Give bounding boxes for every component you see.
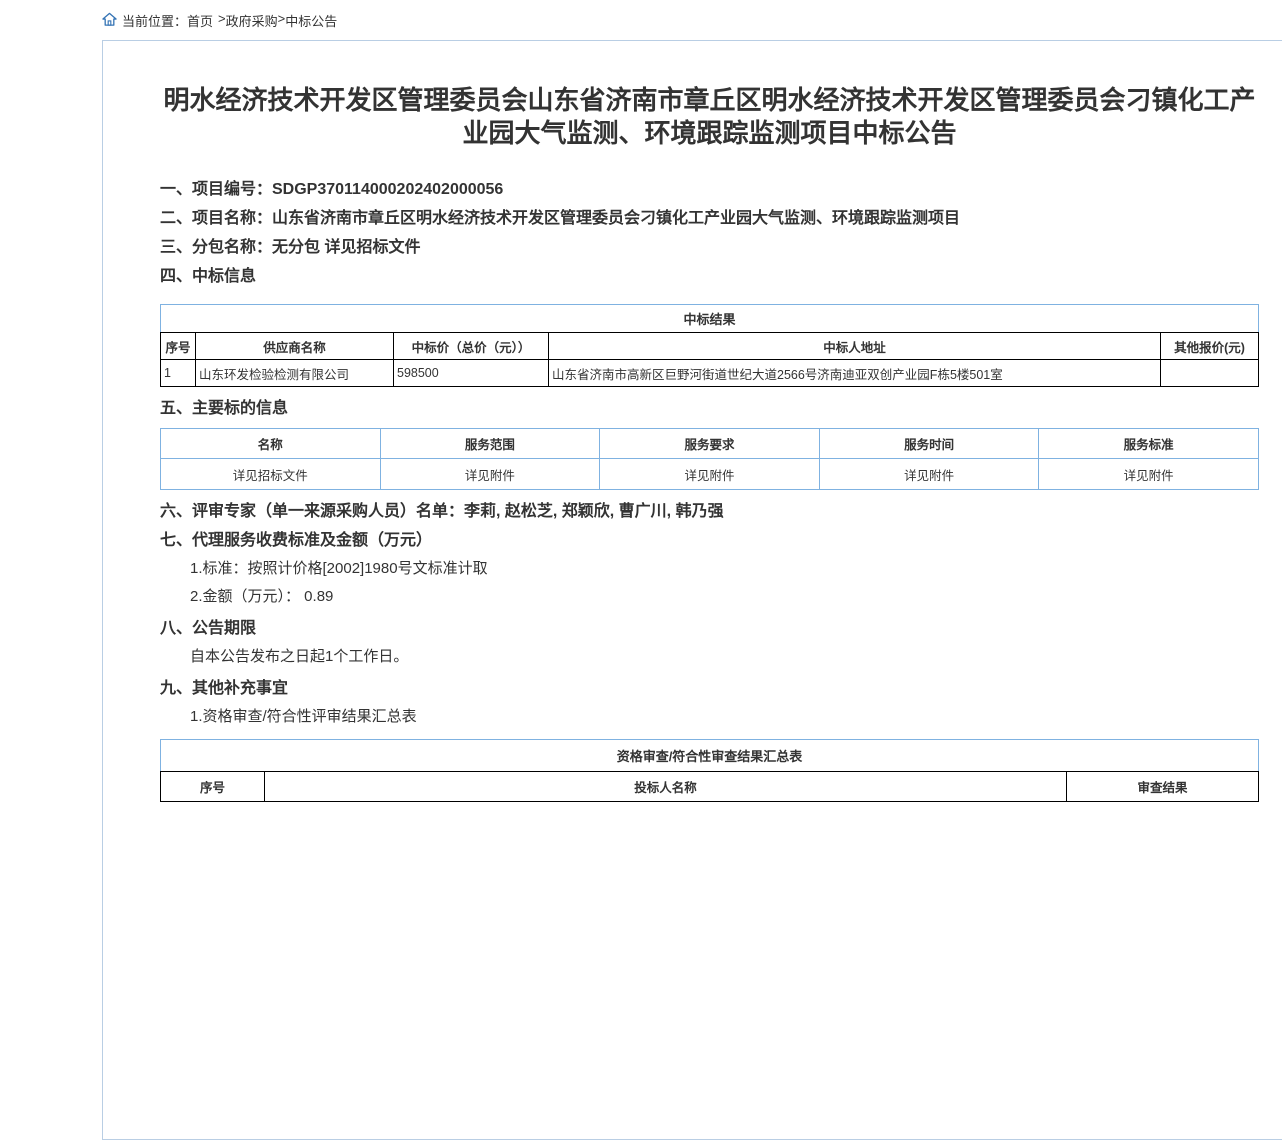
subject-cell-requirement: 详见附件	[600, 459, 820, 490]
subject-info-table: 名称 服务范围 服务要求 服务时间 服务标准 详见招标文件 详见附件 详见附件 …	[160, 428, 1259, 490]
award-col-supplier: 供应商名称	[196, 333, 394, 360]
announcement-card: 明水经济技术开发区管理委员会山东省济南市章丘区明水经济技术开发区管理委员会刁镇化…	[102, 40, 1282, 1140]
section-project-name: 二、项目名称：山东省济南市章丘区明水经济技术开发区管理委员会刁镇化工产业园大气监…	[160, 209, 1259, 228]
agency-fee-standard: 1.标准：按照计价格[2002]1980号文标准计取	[190, 560, 1259, 578]
award-cell-serial: 1	[161, 360, 196, 387]
breadcrumb-label: 当前位置：	[122, 11, 187, 30]
section-project-number: 一、项目编号：SDGP370114000202402000056	[160, 180, 1259, 199]
award-table-caption-row: 中标结果	[161, 305, 1259, 333]
breadcrumb-separator: >	[218, 11, 226, 26]
award-col-price: 中标价（总价（元））	[394, 333, 549, 360]
subject-col-requirement: 服务要求	[600, 429, 820, 459]
breadcrumb-item-home[interactable]: 首页	[187, 11, 213, 30]
subject-table-row: 详见招标文件 详见附件 详见附件 详见附件 详见附件	[161, 459, 1259, 490]
subject-cell-time: 详见附件	[819, 459, 1039, 490]
section-experts: 六、评审专家（单一来源采购人员）名单：李莉, 赵松芝, 郑颖欣, 曹广川, 韩乃…	[160, 502, 1259, 521]
breadcrumb: 当前位置： 首页 > 政府采购 > 中标公告	[0, 0, 1282, 40]
award-cell-other-quote	[1160, 360, 1258, 387]
subject-table-header-row: 名称 服务范围 服务要求 服务时间 服务标准	[161, 429, 1259, 459]
announcement-body: 一、项目编号：SDGP370114000202402000056 二、项目名称：…	[160, 180, 1259, 802]
award-cell-supplier: 山东环发检验检测有限公司	[196, 360, 394, 387]
breadcrumb-item-procurement[interactable]: 政府采购	[226, 11, 278, 30]
agency-fee-amount: 2.金额（万元）： 0.89	[190, 588, 1259, 606]
award-table-caption: 中标结果	[161, 305, 1259, 333]
review-col-serial: 序号	[161, 772, 265, 802]
review-col-bidder: 投标人名称	[265, 772, 1067, 802]
section-notice-period-heading: 八、公告期限	[160, 619, 1259, 638]
subject-col-name: 名称	[161, 429, 381, 459]
section-agency-fee-heading: 七、代理服务收费标准及金额（万元）	[160, 531, 1259, 550]
award-col-other-quote: 其他报价(元)	[1160, 333, 1258, 360]
award-table-row: 1 山东环发检验检测有限公司 598500 山东省济南市高新区巨野河街道世纪大道…	[161, 360, 1259, 387]
review-table-caption: 资格审查/符合性审查结果汇总表	[161, 740, 1259, 772]
subject-cell-name: 详见招标文件	[161, 459, 381, 490]
breadcrumb-separator: >	[278, 11, 286, 26]
award-table-header-row: 序号 供应商名称 中标价（总价（元）） 中标人地址 其他报价(元)	[161, 333, 1259, 360]
subject-col-time: 服务时间	[819, 429, 1039, 459]
notice-period-text: 自本公告发布之日起1个工作日。	[190, 648, 1259, 666]
subject-cell-standard: 详见附件	[1039, 459, 1259, 490]
section-other-matters-heading: 九、其他补充事宜	[160, 679, 1259, 698]
subject-col-scope: 服务范围	[380, 429, 600, 459]
review-col-result: 审查结果	[1066, 772, 1258, 802]
subject-col-standard: 服务标准	[1039, 429, 1259, 459]
section-subject-info-heading: 五、主要标的信息	[160, 399, 1259, 418]
breadcrumb-item-award-notice[interactable]: 中标公告	[285, 11, 337, 30]
award-col-serial: 序号	[161, 333, 196, 360]
home-icon	[102, 12, 117, 27]
award-result-table: 中标结果 序号 供应商名称 中标价（总价（元）） 中标人地址 其他报价(元) 1…	[160, 304, 1259, 387]
section-subpackage-name: 三、分包名称：无分包 详见招标文件	[160, 238, 1259, 257]
review-table-caption-row: 资格审查/符合性审查结果汇总表	[161, 740, 1259, 772]
subject-cell-scope: 详见附件	[380, 459, 600, 490]
other-matters-item: 1.资格审查/符合性评审结果汇总表	[190, 708, 1259, 726]
award-cell-address: 山东省济南市高新区巨野河街道世纪大道2566号济南迪亚双创产业园F栋5楼501室	[549, 360, 1161, 387]
page-title: 明水经济技术开发区管理委员会山东省济南市章丘区明水经济技术开发区管理委员会刁镇化…	[160, 84, 1259, 150]
award-cell-price: 598500	[394, 360, 549, 387]
review-table-header-row: 序号 投标人名称 审查结果	[161, 772, 1259, 802]
section-award-info-heading: 四、中标信息	[160, 267, 1259, 286]
award-col-address: 中标人地址	[549, 333, 1161, 360]
